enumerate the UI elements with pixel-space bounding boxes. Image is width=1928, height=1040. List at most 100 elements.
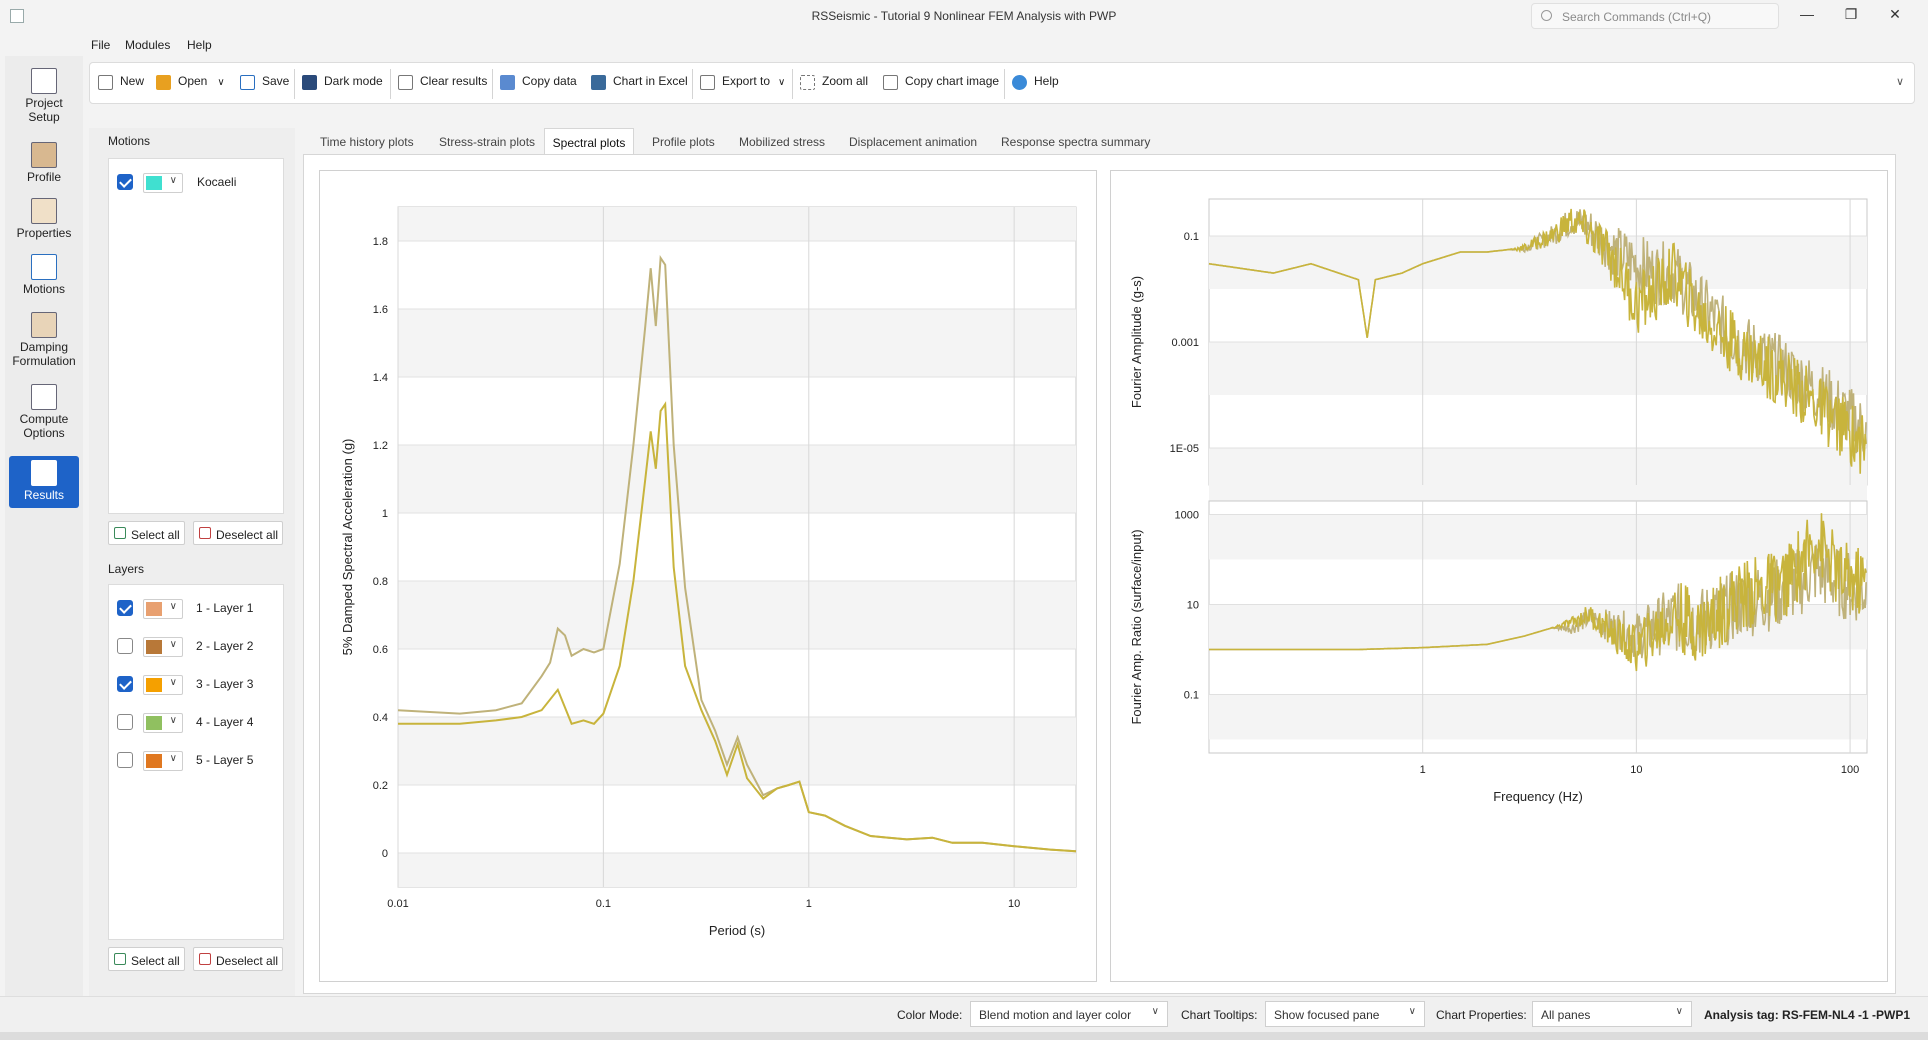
motion-checkbox[interactable] [117, 174, 133, 190]
dark-mode-label: Dark mode [324, 74, 383, 88]
fourier-charts-panel[interactable]: 0.1 0.001 1E-05 Fourier Amplitude (g-s) 1000… [1110, 170, 1888, 982]
nav-profile[interactable]: Profile [9, 142, 79, 184]
menu-help[interactable]: Help [187, 38, 212, 52]
chevron-down-icon: ∨ [169, 175, 177, 186]
grid-band [398, 309, 1076, 377]
nav-project-setup[interactable]: Project Setup [9, 68, 79, 124]
y-tick-label: 1 [382, 508, 388, 520]
folder-icon [156, 75, 171, 90]
tab-spectral[interactable]: Spectral plots [544, 128, 634, 154]
nav-project-setup-label-1: Project [25, 96, 63, 110]
select-all-label: Select all [131, 528, 180, 542]
layer-item[interactable]: ∨ 3 - Layer 3 [109, 673, 269, 695]
search-commands-input[interactable]: Search Commands (Ctrl+Q) [1531, 3, 1779, 29]
deselect-all-label: Deselect all [216, 528, 279, 542]
layer-item[interactable]: ∨ 2 - Layer 2 [109, 635, 269, 657]
tab-stress-strain[interactable]: Stress-strain plots [439, 128, 547, 154]
layer-item[interactable]: ∨ 4 - Layer 4 [109, 711, 269, 733]
layer-color-picker[interactable]: ∨ [143, 751, 183, 771]
nav-damping[interactable]: Damping Formulation [9, 312, 79, 368]
new-label: New [120, 74, 145, 88]
minimize-button[interactable]: — [1792, 6, 1822, 26]
layer-item[interactable]: ∨ 5 - Layer 5 [109, 749, 269, 771]
y-tick-label: 1.8 [373, 236, 388, 248]
select-all-icon [114, 527, 126, 539]
copy-data-button[interactable]: Copy data [500, 74, 577, 94]
close-button[interactable]: ✕ [1880, 6, 1910, 26]
nav-results[interactable]: Results [9, 456, 79, 508]
menu-file[interactable]: File [91, 38, 110, 52]
motions-deselect-all-button[interactable]: Deselect all [193, 521, 283, 545]
layer-color-picker[interactable]: ∨ [143, 637, 183, 657]
nav-damping-label-2: Formulation [12, 354, 76, 368]
clear-results-button[interactable]: Clear results [398, 74, 487, 94]
color-chip [146, 602, 162, 616]
menu-modules[interactable]: Modules [125, 38, 170, 52]
color-mode-value: Blend motion and layer color [979, 1008, 1132, 1022]
chart-tooltips-label: Chart Tooltips: [1181, 1008, 1258, 1022]
separator [792, 69, 793, 99]
nav-compute-options[interactable]: Compute Options [9, 384, 79, 440]
motion-item-kocaeli[interactable]: ∨ Kocaeli [109, 171, 269, 193]
layer-color-picker[interactable]: ∨ [143, 599, 183, 619]
chevron-down-icon: ∨ [217, 77, 225, 88]
layer-checkbox[interactable] [117, 752, 133, 768]
select-all-label: Select all [131, 954, 180, 968]
copy-chart-image-button[interactable]: Copy chart image [883, 74, 999, 94]
zoom-all-label: Zoom all [822, 74, 869, 88]
tab-time-history[interactable]: Time history plots [320, 128, 420, 154]
layers-select-all-button[interactable]: Select all [108, 947, 185, 971]
export-to-button[interactable]: Export to ∨ [700, 74, 785, 94]
motions-select-all-button[interactable]: Select all [108, 521, 185, 545]
nav-properties[interactable]: Properties [9, 198, 79, 240]
chart-in-excel-button[interactable]: Chart in Excel [591, 74, 688, 94]
nav-project-setup-label-2: Setup [28, 110, 60, 124]
color-chip [146, 716, 162, 730]
export-to-label: Export to [722, 74, 771, 88]
layer-checkbox[interactable] [117, 600, 133, 616]
layer-color-picker[interactable]: ∨ [143, 713, 183, 733]
chart-area: 0 0.2 0.4 0.6 0.8 1 1.2 1.4 1.6 1.8 0.01 0.1 1 10 Peri… [303, 154, 1896, 994]
chart-tooltips-value: Show focused pane [1274, 1008, 1380, 1022]
tab-response-spectra-summary[interactable]: Response spectra summary [1001, 128, 1151, 154]
save-button[interactable]: Save [240, 74, 289, 94]
nav-motions[interactable]: Motions [9, 254, 79, 296]
layer-checkbox[interactable] [117, 638, 133, 654]
tab-profile[interactable]: Profile plots [652, 128, 722, 154]
y-axis-label: 5% Damped Spectral Acceleration (g) [340, 439, 355, 656]
chart-properties-select[interactable]: All panes ∨ [1532, 1001, 1692, 1027]
spectral-acceleration-chart[interactable]: 0 0.2 0.4 0.6 0.8 1 1.2 1.4 1.6 1.8 0.01 0.1 1 10 Peri… [320, 171, 1096, 981]
layer-color-picker[interactable]: ∨ [143, 675, 183, 695]
motion-color-picker[interactable]: ∨ [143, 173, 183, 193]
dark-mode-button[interactable]: Dark mode [302, 74, 383, 94]
layer-item[interactable]: ∨ 1 - Layer 1 [109, 597, 269, 619]
chevron-down-icon: ∨ [1151, 1006, 1159, 1017]
zoom-all-button[interactable]: Zoom all [800, 74, 868, 94]
layer-checkbox[interactable] [117, 676, 133, 692]
clear-results-label: Clear results [420, 74, 488, 88]
layer-checkbox[interactable] [117, 714, 133, 730]
separator [390, 69, 391, 99]
chart-icon [591, 75, 606, 90]
new-file-icon [98, 75, 113, 90]
tab-mobilized-stress[interactable]: Mobilized stress [739, 128, 829, 154]
y-tick-label: 1000 [1175, 510, 1199, 522]
tab-displacement-animation[interactable]: Displacement animation [849, 128, 979, 154]
layers-deselect-all-button[interactable]: Deselect all [193, 947, 283, 971]
y-tick-label: 10 [1187, 600, 1199, 612]
open-button[interactable]: Open ∨ [156, 74, 225, 94]
open-label: Open [178, 74, 208, 88]
help-button[interactable]: Help [1012, 74, 1059, 94]
toolbar-expand-icon[interactable]: ∨ [1896, 75, 1904, 88]
copy-image-icon [883, 75, 898, 90]
separator [692, 69, 693, 99]
fourier-charts[interactable]: 0.10.0011E-05Fourier Amplitude (g-s)1000… [1111, 171, 1887, 981]
color-mode-select[interactable]: Blend motion and layer color ∨ [970, 1001, 1168, 1027]
separator [294, 69, 295, 99]
spectral-acceleration-chart-panel[interactable]: 0 0.2 0.4 0.6 0.8 1 1.2 1.4 1.6 1.8 0.01 0.1 1 10 Peri… [319, 170, 1097, 982]
restore-button[interactable]: ❐ [1836, 6, 1866, 26]
new-button[interactable]: New [98, 74, 144, 94]
nav-results-label: Results [23, 488, 64, 502]
nav-compute-label-2: Options [23, 426, 65, 440]
chart-tooltips-select[interactable]: Show focused pane ∨ [1265, 1001, 1425, 1027]
